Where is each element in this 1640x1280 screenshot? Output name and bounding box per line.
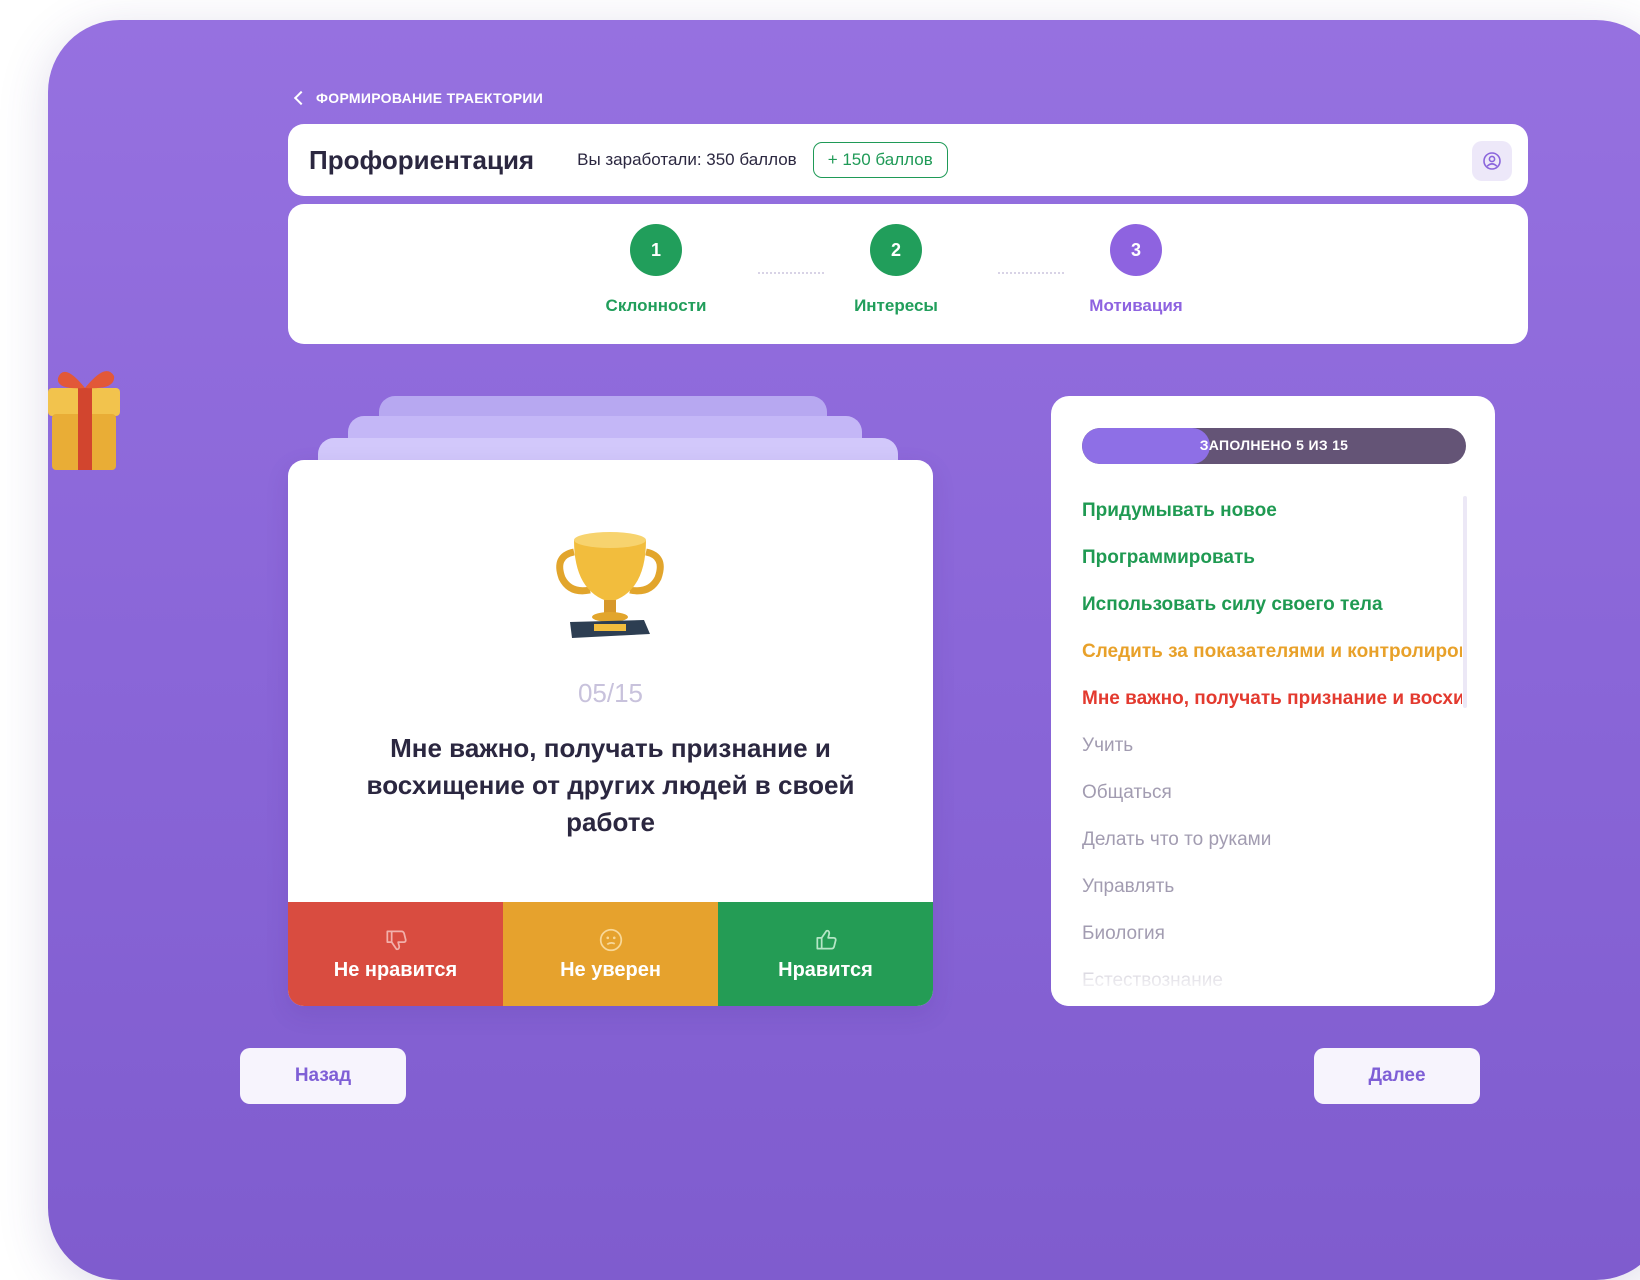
app-frame: ФОРМИРОВАНИЕ ТРАЕКТОРИИ Профориентация В… xyxy=(48,20,1640,1280)
chevron-left-icon xyxy=(293,90,309,106)
confused-face-icon xyxy=(599,928,622,951)
list-item[interactable]: Придумывать новое xyxy=(1082,500,1462,547)
list-item[interactable]: Управлять xyxy=(1082,876,1462,923)
bonus-points-badge: + 150 баллов xyxy=(812,142,948,178)
question-text: Мне важно, получать признание и восхищен… xyxy=(366,733,855,837)
fill-progress-bar: ЗАПОЛНЕНО 5 ИЗ 15 xyxy=(1082,428,1466,464)
gift-icon xyxy=(48,371,120,470)
breadcrumb-back-link[interactable]: ФОРМИРОВАНИЕ ТРАЕКТОРИИ xyxy=(293,90,544,106)
unsure-button[interactable]: Не уверен xyxy=(503,902,718,1006)
dislike-button[interactable]: Не нравится xyxy=(288,902,503,1006)
next-button[interactable]: Далее xyxy=(1314,1048,1480,1104)
question-counter: 05/15 xyxy=(577,678,644,708)
list-item[interactable]: Общаться xyxy=(1082,782,1462,829)
list-item[interactable]: Биология xyxy=(1082,923,1462,970)
scrollbar[interactable] xyxy=(1463,496,1467,708)
answer-buttons: Не нравится Не уверен Нравится xyxy=(288,902,933,1006)
step-connector xyxy=(758,272,824,274)
profile-icon xyxy=(1483,152,1501,170)
steps-progress: 1 Склонности 2 Интересы 3 Мотивация xyxy=(288,204,1528,344)
like-label: Нравится xyxy=(778,958,873,981)
step-label: Склонности xyxy=(605,296,707,315)
thumbs-up-icon xyxy=(815,929,837,950)
step-1[interactable]: 1 Склонности xyxy=(576,224,736,316)
list-item[interactable]: Учить xyxy=(1082,735,1462,782)
profile-button[interactable] xyxy=(1472,141,1512,181)
answers-list-panel: ЗАПОЛНЕНО 5 ИЗ 15 Придумывать новое Прогр… xyxy=(1051,396,1495,1006)
answers-list: Придумывать новое Программировать Использо… xyxy=(1082,500,1462,1006)
question-card: 05/15 Мне важно, получать признание и во… xyxy=(288,460,933,1006)
step-label: Интересы xyxy=(854,296,938,315)
step-number-circle: 2 xyxy=(870,224,922,276)
header-bar: Профориентация Вы заработали: 350 баллов… xyxy=(288,124,1528,196)
trophy-icon xyxy=(556,532,664,638)
list-item[interactable]: Следить за показателями и контролировать xyxy=(1082,641,1462,688)
dislike-label: Не нравится xyxy=(333,958,458,981)
list-item[interactable]: Мне важно, получать признание и восхищен… xyxy=(1082,688,1462,735)
thumbs-down-icon xyxy=(385,929,407,950)
unsure-label: Не уверен xyxy=(560,958,661,981)
step-2[interactable]: 2 Интересы xyxy=(816,224,976,316)
like-button[interactable]: Нравится xyxy=(718,902,933,1006)
list-item[interactable]: Программировать xyxy=(1082,547,1462,594)
list-item[interactable]: Естествознание xyxy=(1082,970,1462,1006)
points-earned: Вы заработали: 350 баллов xyxy=(577,150,797,169)
list-item[interactable]: Использовать силу своего тела xyxy=(1082,594,1462,641)
back-button[interactable]: Назад xyxy=(240,1048,406,1104)
page-title: Профориентация xyxy=(309,144,535,175)
step-connector xyxy=(998,272,1064,274)
step-number-circle: 1 xyxy=(630,224,682,276)
breadcrumb-label: ФОРМИРОВАНИЕ ТРАЕКТОРИИ xyxy=(316,90,544,106)
step-label: Мотивация xyxy=(1089,296,1183,315)
step-number-circle: 3 xyxy=(1110,224,1162,276)
progress-label: ЗАПОЛНЕНО 5 ИЗ 15 xyxy=(1199,437,1349,453)
step-3[interactable]: 3 Мотивация xyxy=(1056,224,1216,316)
list-item[interactable]: Делать что то руками xyxy=(1082,829,1462,876)
